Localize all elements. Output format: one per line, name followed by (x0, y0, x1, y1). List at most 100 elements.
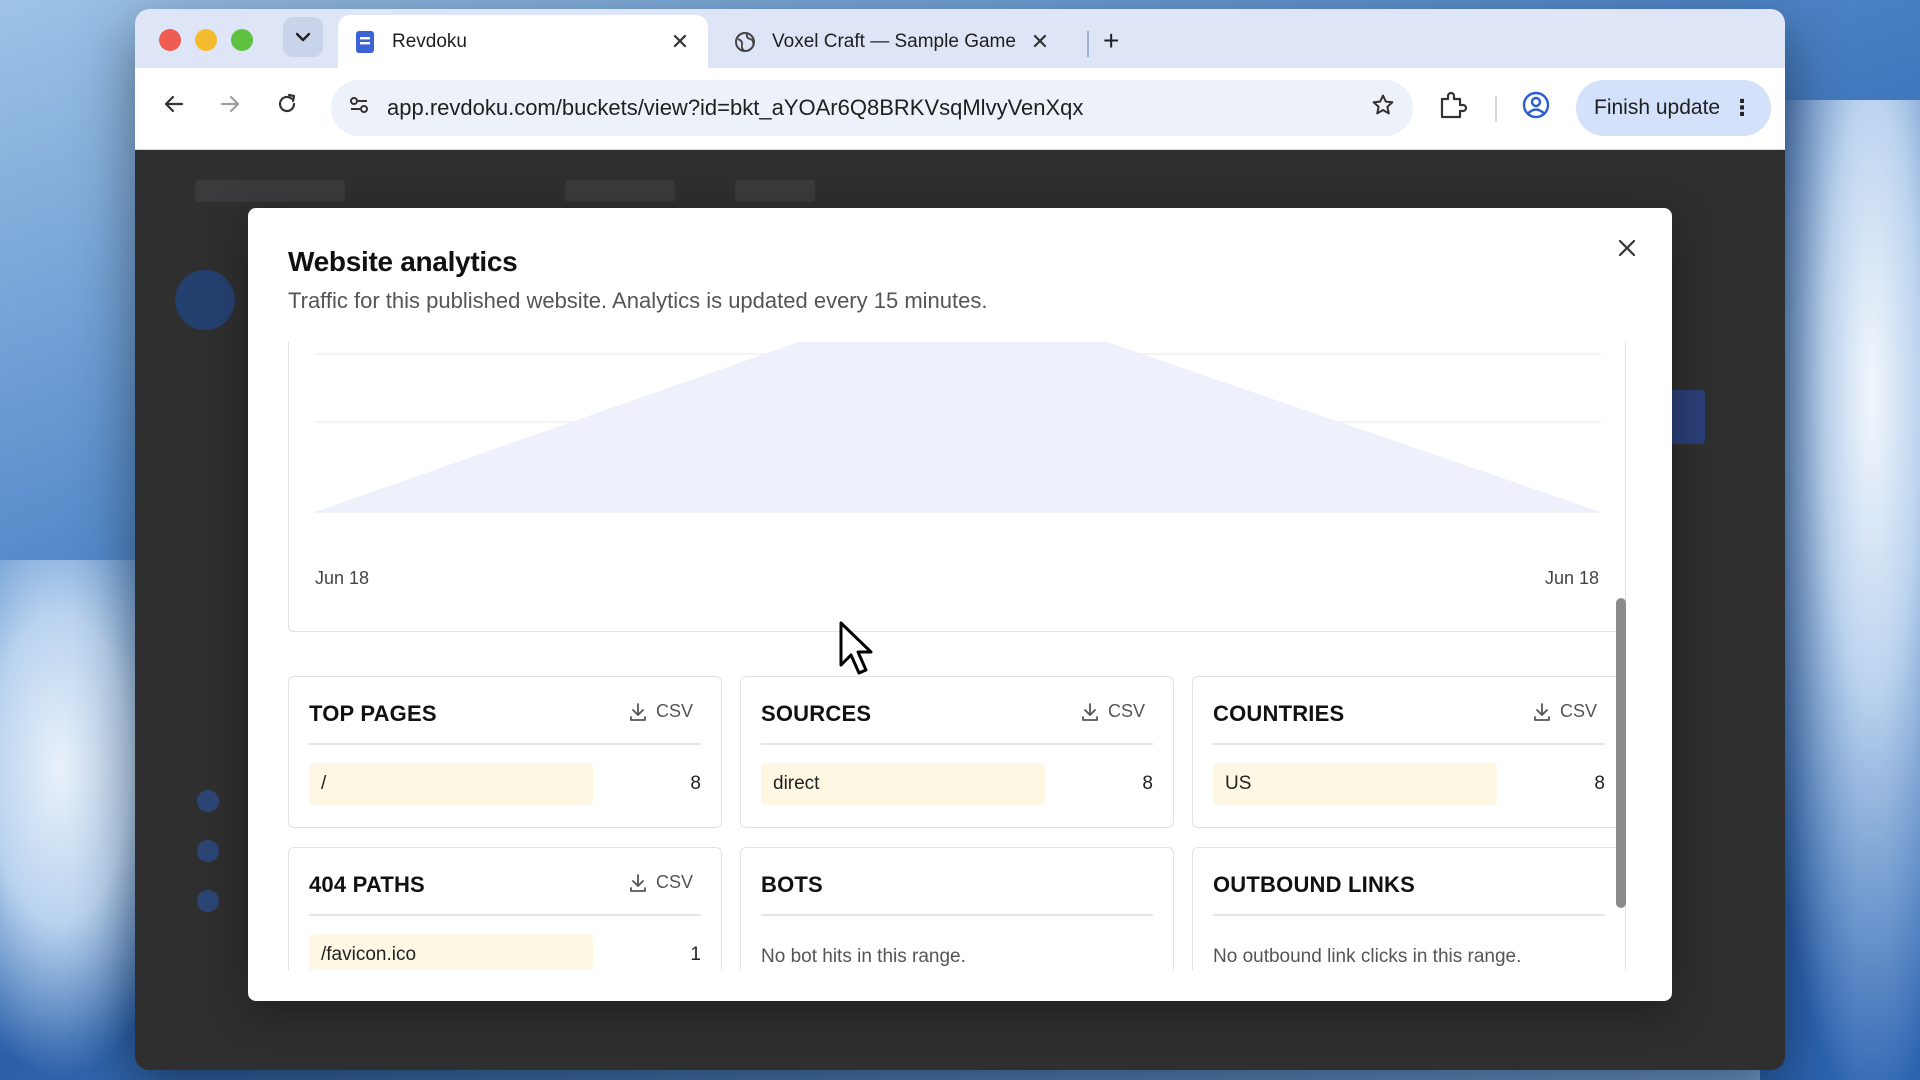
download-icon (630, 873, 646, 892)
card-title: SOURCES (761, 701, 872, 726)
card-header: 404 PATHS CSV (309, 872, 701, 916)
bots-card: BOTS No bot hits in this range. (740, 847, 1174, 970)
sources-card: SOURCES CSV direct 8 (740, 676, 1174, 828)
ghost-dot (197, 840, 219, 862)
csv-label: CSV (655, 872, 693, 892)
csv-label: CSV (655, 701, 693, 721)
new-tab-button[interactable]: + (1103, 25, 1119, 57)
x-tick-label: Jun 18 (315, 568, 370, 588)
card-title: 404 PATHS (309, 872, 425, 897)
mouse-pointer-icon (839, 621, 873, 675)
row-label: /favicon.ico (321, 944, 417, 965)
ghost-avatar (175, 270, 235, 330)
list-item: direct 8 (761, 763, 1153, 805)
list-item: / 8 (309, 763, 701, 805)
ghost-nav (195, 180, 345, 202)
row-label: direct (773, 773, 820, 794)
arrow-left-icon (164, 95, 184, 113)
modal-scroll-area[interactable]: Jun 18 Jun 18 TOP PAGES CSV / 8 SOURCES … (288, 342, 1640, 970)
close-window-button[interactable] (159, 29, 181, 51)
card-header: BOTS (761, 872, 1153, 916)
card-title: TOP PAGES (309, 701, 437, 726)
analytics-modal: Website analytics Traffic for this publi… (248, 208, 1672, 1001)
profile-icon[interactable] (1521, 90, 1555, 124)
outbound-links-card: OUTBOUND LINKS No outbound link clicks i… (1192, 847, 1626, 970)
reload-icon (278, 93, 296, 113)
card-title: COUNTRIES (1213, 701, 1345, 726)
tab-title: Revdoku (392, 30, 467, 52)
minimize-window-button[interactable] (195, 29, 217, 51)
tab-strip: Revdoku ✕ Voxel Craft — Sample Game ✕ + (135, 9, 1785, 68)
list-item: US 8 (1213, 763, 1605, 805)
modal-title: Website analytics (288, 246, 518, 277)
arrow-right-icon (220, 95, 240, 113)
csv-download-button[interactable]: CSV (1532, 701, 1597, 722)
finish-update-button[interactable]: Finish update ⋮ (1576, 80, 1771, 136)
csv-download-button[interactable]: CSV (1080, 701, 1145, 722)
card-header: COUNTRIES CSV (1213, 701, 1605, 745)
reload-button[interactable] (270, 92, 304, 123)
traffic-chart (315, 342, 1601, 513)
ghost-dot (197, 890, 219, 912)
empty-state-text: No outbound link clicks in this range. (1213, 946, 1522, 967)
zoom-window-button[interactable] (231, 29, 253, 51)
list-item: /favicon.ico 1 (309, 934, 701, 970)
address-bar[interactable]: app.revdoku.com/buckets/view?id=bkt_aYOA… (331, 80, 1413, 136)
document-icon (354, 30, 376, 53)
forward-button[interactable] (213, 92, 247, 123)
csv-download-button[interactable]: CSV (628, 701, 693, 722)
top-pages-card: TOP PAGES CSV / 8 (288, 676, 722, 828)
row-label: US (1225, 773, 1252, 794)
back-button[interactable] (157, 92, 191, 123)
extensions-icon[interactable] (1437, 90, 1471, 124)
traffic-chart-card: Jun 18 Jun 18 (288, 342, 1626, 632)
traffic-area (315, 342, 1601, 512)
countries-card: COUNTRIES CSV US 8 (1192, 676, 1626, 828)
row-bar (309, 763, 593, 805)
more-vertical-icon[interactable]: ⋮ (1731, 95, 1753, 121)
card-header: OUTBOUND LINKS (1213, 872, 1605, 916)
tab-search-button[interactable] (283, 17, 323, 57)
browser-window: Revdoku ✕ Voxel Craft — Sample Game ✕ + (135, 9, 1785, 1070)
finish-update-label: Finish update (1594, 96, 1721, 119)
ghost-nav (565, 180, 675, 202)
ghost-nav (735, 180, 815, 202)
close-icon[interactable]: ✕ (1028, 29, 1052, 55)
row-value: 8 (1142, 773, 1153, 794)
scrollbar-thumb[interactable] (1616, 598, 1626, 908)
globe-icon (734, 31, 756, 53)
row-value: 1 (690, 944, 701, 965)
card-header: TOP PAGES CSV (309, 701, 701, 745)
download-icon (1082, 702, 1098, 721)
chevron-down-icon (295, 32, 311, 42)
download-icon (1534, 702, 1550, 721)
download-icon (630, 702, 646, 721)
bookmark-star-icon[interactable] (1353, 93, 1413, 124)
csv-label: CSV (1107, 701, 1145, 721)
site-settings-icon[interactable] (331, 94, 387, 122)
tab-revdoku[interactable]: Revdoku ✕ (338, 15, 708, 68)
tab-divider (1087, 31, 1089, 57)
browser-toolbar: app.revdoku.com/buckets/view?id=bkt_aYOA… (135, 68, 1785, 150)
404-paths-card: 404 PATHS CSV /favicon.ico 1 (288, 847, 722, 970)
card-title: OUTBOUND LINKS (1213, 872, 1416, 897)
empty-state-text: No bot hits in this range. (761, 946, 966, 967)
card-title: BOTS (761, 872, 823, 897)
card-header: SOURCES CSV (761, 701, 1153, 745)
row-bar (1213, 763, 1497, 805)
csv-label: CSV (1559, 701, 1597, 721)
tab-voxel-craft[interactable]: Voxel Craft — Sample Game ✕ (718, 15, 1068, 68)
tab-title: Voxel Craft — Sample Game (772, 30, 1016, 52)
toolbar-divider (1495, 96, 1497, 122)
csv-download-button[interactable]: CSV (628, 872, 693, 893)
ghost-dot (197, 790, 219, 812)
row-value: 8 (690, 773, 701, 794)
window-controls (159, 29, 253, 51)
row-value: 8 (1594, 773, 1605, 794)
x-tick-label: Jun 18 (1544, 568, 1599, 588)
close-icon[interactable]: ✕ (668, 29, 692, 55)
url-text[interactable]: app.revdoku.com/buckets/view?id=bkt_aYOA… (387, 95, 1353, 121)
modal-description: Traffic for this published website. Anal… (288, 288, 988, 313)
close-icon[interactable] (1610, 232, 1644, 266)
row-label: / (321, 773, 327, 794)
